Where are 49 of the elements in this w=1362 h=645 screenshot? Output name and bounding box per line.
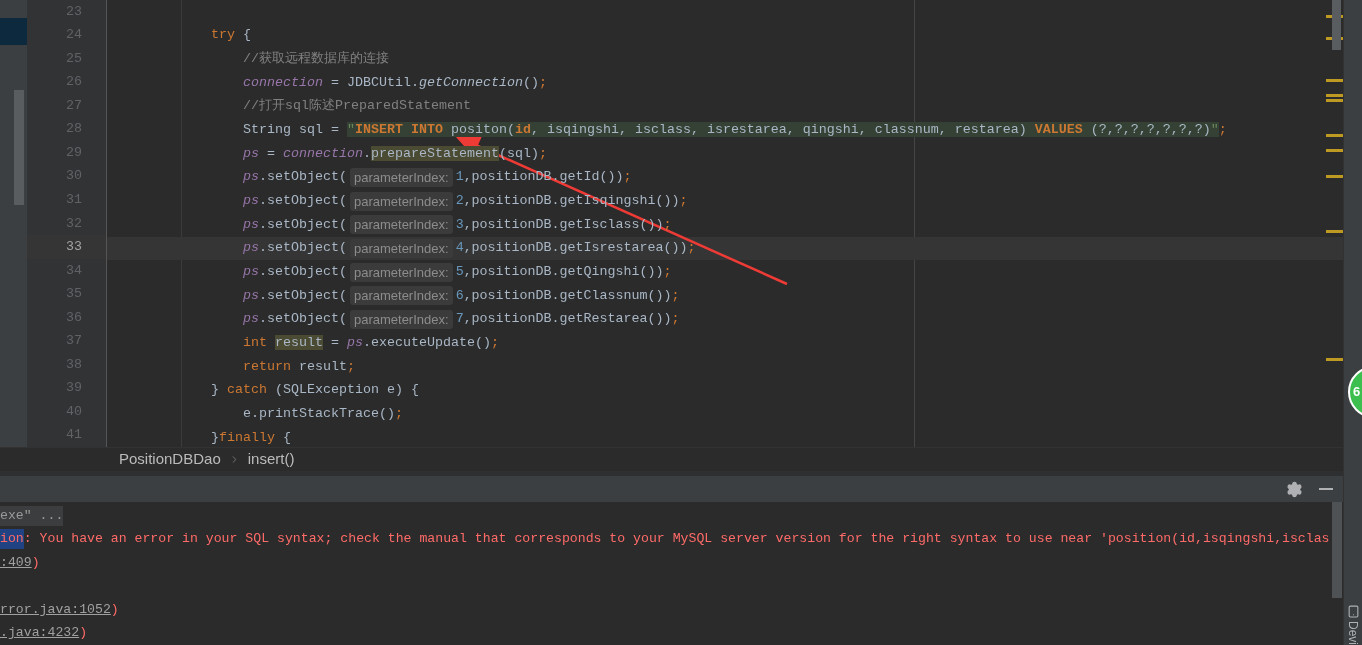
device-icon[interactable]	[1346, 605, 1360, 618]
code-line: e.printStackTrace();	[241, 405, 403, 423]
code-text: 7,positionDB.getRestarea());	[455, 310, 680, 329]
code-text: ps.setObject(	[241, 286, 347, 305]
scrollbar-thumb[interactable]	[1332, 502, 1342, 598]
code-line: //打开sql陈述PreparedStatement	[241, 97, 471, 116]
line-number: 33	[66, 238, 82, 257]
code-line: String sql = "INSERT INTO positon(id, isqingshi, isclass, isrestarea, qingshi, classnum, restarea) VALUES (?,?,?,?,?,?,?)";	[241, 121, 1227, 140]
folded-text: exe" ...	[0, 505, 64, 526]
scrollbar-thumb[interactable]	[1332, 0, 1341, 50]
code-text: ps.setObject(	[241, 263, 347, 282]
code-text: 6,positionDB.getClassnum());	[455, 286, 680, 305]
settings-button[interactable]	[1285, 480, 1303, 499]
breadcrumb[interactable]: insert()	[247, 448, 295, 471]
code-line: connection = JDBCUtil.getConnection();	[241, 73, 547, 92]
error-text: )	[31, 553, 40, 572]
code-text: ps.setObject(	[241, 192, 347, 211]
code-line: }finally {	[209, 428, 291, 447]
settings-icon	[1285, 480, 1303, 498]
code-line: //获取远程数据库的连接	[241, 50, 389, 69]
code-line: return result;	[241, 357, 355, 376]
code-line: int result = ps.executeUpdate();	[241, 334, 499, 353]
scrollbar-thumb[interactable]	[14, 90, 24, 205]
code-text: 5,positionDB.getQingshi());	[455, 263, 672, 282]
selected-text: ion	[0, 529, 24, 550]
parameter-hint: parameterIndex:	[349, 309, 453, 329]
parameter-hint: parameterIndex:	[349, 167, 453, 187]
code-line: } catch (SQLException e) {	[209, 381, 419, 400]
code-text: 4,positionDB.getIsrestarea());	[455, 239, 696, 258]
code-text: ps.setObject(	[241, 215, 347, 234]
breadcrumb[interactable]: PositionDBDao	[119, 448, 221, 471]
error-text: )	[79, 624, 88, 643]
stack-trace-link[interactable]: rror.java:1052	[0, 599, 111, 620]
side-tool-label[interactable]: Devi	[1346, 621, 1360, 645]
code-line: ps = connection.prepareStatement(sql);	[241, 144, 547, 163]
parameter-hint: parameterIndex:	[349, 286, 453, 306]
minimize-icon	[1319, 488, 1333, 491]
parameter-hint: parameterIndex:	[349, 215, 453, 235]
parameter-hint: parameterIndex:	[349, 191, 453, 211]
code-line: try {	[209, 26, 251, 45]
active-tool-marker	[0, 18, 27, 45]
error-text: : You have an error in your SQL syntax; check the manual that corresponds to your MySQL server version for the right syntax to use near 'position(id,isqingshi,isclas	[23, 530, 1330, 549]
code-text: ps.setObject(	[241, 239, 347, 258]
stack-trace-link[interactable]: .java:4232	[0, 623, 80, 644]
stack-trace-link[interactable]: :409	[0, 552, 32, 573]
code-text: ps.setObject(	[241, 168, 347, 187]
code-text: ps.setObject(	[241, 310, 347, 329]
parameter-hint: parameterIndex:	[349, 262, 453, 282]
error-text: )	[110, 600, 119, 619]
